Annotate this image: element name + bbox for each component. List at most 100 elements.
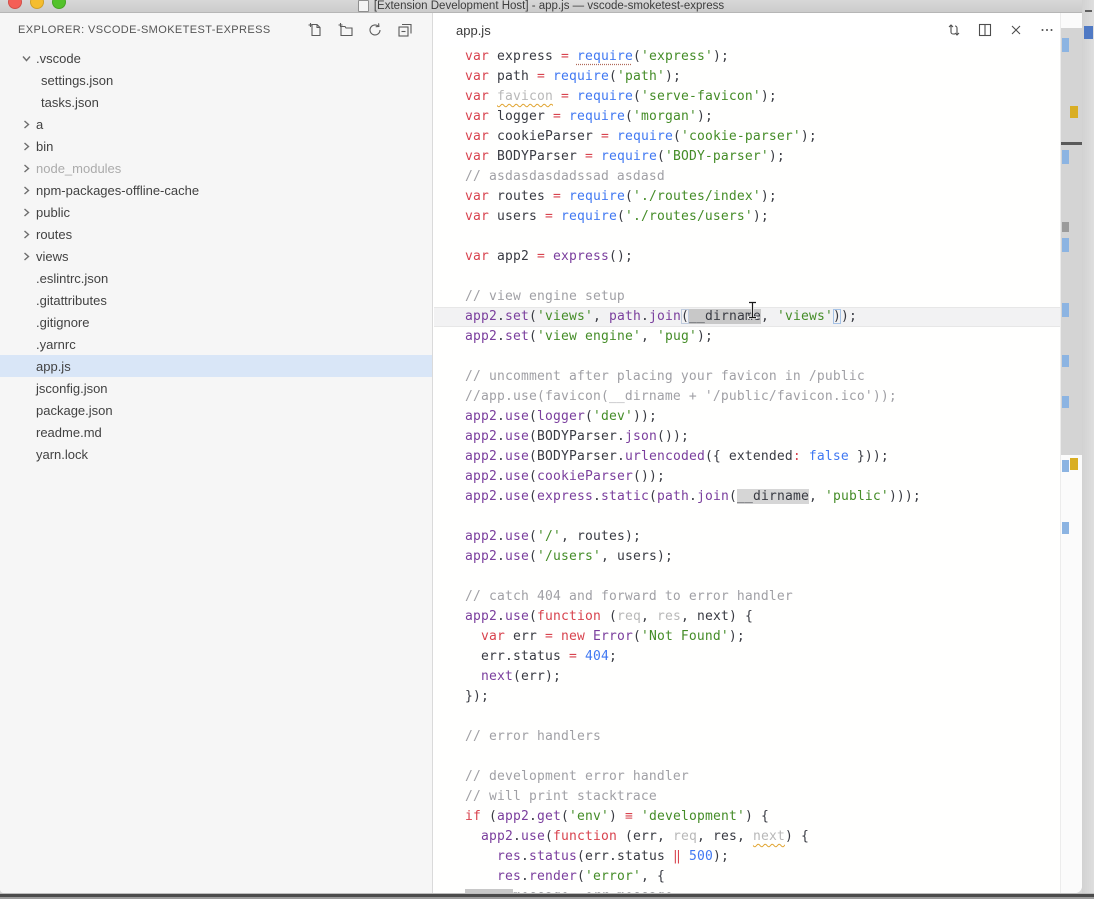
code-token: . (497, 449, 505, 464)
tree-item-npm-packages-offline-cache[interactable]: npm-packages-offline-cache (0, 179, 432, 201)
code-line[interactable]: app2.use('/', routes); (434, 527, 1060, 547)
tree-item-readme-md[interactable]: readme.md (0, 421, 432, 443)
code-line[interactable]: var routes = require('./routes/index'); (434, 187, 1060, 207)
code-line[interactable]: app2.set('view engine', 'pug'); (434, 327, 1060, 347)
code-token: false (809, 449, 849, 464)
code-line[interactable]: app2.use(logger('dev')); (434, 407, 1060, 427)
tree-item-tasks-json[interactable]: tasks.json (0, 91, 432, 113)
more-actions-icon[interactable] (1038, 21, 1056, 39)
code-line[interactable]: app2.use(BODYParser.urlencoded({ extende… (434, 447, 1060, 467)
tree-item-views[interactable]: views (0, 245, 432, 267)
tree-item--yarnrc[interactable]: .yarnrc (0, 333, 432, 355)
tree-item-yarn-lock[interactable]: yarn.lock (0, 443, 432, 465)
code-token: req (617, 609, 641, 624)
tree-item-app-js[interactable]: app.js (0, 355, 432, 377)
code-line[interactable]: app2.use(function (err, req, res, next) … (434, 827, 1060, 847)
code-line[interactable]: // asdasdasdadssad asdasd (434, 167, 1060, 187)
code-line[interactable]: var cookieParser = require('cookie-parse… (434, 127, 1060, 147)
code-line[interactable]: app2.use(BODYParser.json()); (434, 427, 1060, 447)
chevron-right-icon[interactable] (20, 140, 33, 153)
code-line[interactable] (434, 507, 1060, 527)
code-line[interactable]: var app2 = express(); (434, 247, 1060, 267)
overview-ruler-scrollbar[interactable] (1060, 13, 1082, 893)
chevron-right-icon[interactable] (20, 162, 33, 175)
tree-item-label: bin (36, 139, 53, 154)
open-changes-icon[interactable] (945, 21, 963, 39)
tree-item--vscode[interactable]: .vscode (0, 47, 432, 69)
chevron-right-icon[interactable] (20, 118, 33, 131)
code-token: (BODYParser. (529, 429, 625, 444)
code-token: require (617, 129, 673, 144)
code-line[interactable]: app2.use(function (req, res, next) { (434, 607, 1060, 627)
code-token: app2 (481, 829, 513, 844)
chevron-down-icon[interactable] (20, 52, 33, 65)
code-token: path (657, 489, 689, 504)
code-line[interactable]: res.render('error', { (434, 867, 1060, 887)
code-line[interactable]: var err = new Error('Not Found'); (434, 627, 1060, 647)
code-line[interactable]: res.status(err.status ‖ 500); (434, 847, 1060, 867)
code-line[interactable] (434, 567, 1060, 587)
code-line[interactable]: app2.use('/users', users); (434, 547, 1060, 567)
code-line[interactable]: // error handlers (434, 727, 1060, 747)
code-editor[interactable]: var express = require('express');var pat… (434, 47, 1060, 893)
code-token: ; (609, 649, 617, 664)
code-line[interactable] (434, 347, 1060, 367)
collapse-all-icon[interactable] (396, 21, 414, 39)
code-token (681, 849, 689, 864)
tree-item-node-modules[interactable]: node_modules (0, 157, 432, 179)
code-line[interactable] (434, 707, 1060, 727)
code-line[interactable]: var path = require('path'); (434, 67, 1060, 87)
code-line[interactable] (434, 227, 1060, 247)
new-file-icon[interactable] (306, 21, 324, 39)
close-icon[interactable] (1007, 21, 1025, 39)
tree-item-routes[interactable]: routes (0, 223, 432, 245)
new-folder-icon[interactable] (336, 21, 354, 39)
chevron-right-icon[interactable] (20, 250, 33, 263)
vscode-window: [Extension Development Host] - app.js — … (0, 0, 1082, 893)
code-token: 'serve-favicon' (641, 89, 761, 104)
code-line[interactable]: var users = require('./routes/users'); (434, 207, 1060, 227)
tree-item--gitattributes[interactable]: .gitattributes (0, 289, 432, 311)
chevron-right-icon[interactable] (20, 228, 33, 241)
code-token: app2 (465, 429, 497, 444)
code-line[interactable]: var logger = require('morgan'); (434, 107, 1060, 127)
code-line[interactable]: app2.use(express.static(path.join(__dirn… (434, 487, 1060, 507)
code-token: ( (529, 309, 537, 324)
tab-app-js[interactable]: app.js (434, 23, 945, 38)
code-line[interactable]: //app.use(favicon(__dirname + '/public/f… (434, 387, 1060, 407)
code-line[interactable]: var favicon = require('serve-favicon'); (434, 87, 1060, 107)
refresh-icon[interactable] (366, 21, 384, 39)
code-line[interactable]: // catch 404 and forward to error handle… (434, 587, 1060, 607)
code-line[interactable]: app2.use(cookieParser()); (434, 467, 1060, 487)
code-line[interactable]: var BODYParser = require('BODY-parser'); (434, 147, 1060, 167)
tree-item-package-json[interactable]: package.json (0, 399, 432, 421)
code-line[interactable] (434, 267, 1060, 287)
code-token: . (513, 829, 521, 844)
chevron-right-icon[interactable] (20, 206, 33, 219)
code-token: }); (465, 689, 489, 704)
chevron-right-icon[interactable] (20, 184, 33, 197)
split-editor-icon[interactable] (976, 21, 994, 39)
code-line[interactable]: if (app2.get('env') ≡ 'development') { (434, 807, 1060, 827)
code-token: 'BODY-parser' (665, 149, 769, 164)
code-line[interactable]: var express = require('express'); (434, 47, 1060, 67)
code-line[interactable] (434, 747, 1060, 767)
code-line[interactable]: next(err); (434, 667, 1060, 687)
tree-item-bin[interactable]: bin (0, 135, 432, 157)
tree-item--eslintrc-json[interactable]: .eslintrc.json (0, 267, 432, 289)
code-token: . (529, 809, 537, 824)
code-line[interactable]: // uncomment after placing your favicon … (434, 367, 1060, 387)
code-line[interactable]: // will print stacktrace (434, 787, 1060, 807)
code-line[interactable]: }); (434, 687, 1060, 707)
code-line[interactable]: err.status = 404; (434, 647, 1060, 667)
code-token: // will print stacktrace (465, 789, 657, 804)
tree-item-public[interactable]: public (0, 201, 432, 223)
tree-item-a[interactable]: a (0, 113, 432, 135)
code-token: use (505, 489, 529, 504)
tree-item-jsconfig-json[interactable]: jsconfig.json (0, 377, 432, 399)
code-token: . (497, 549, 505, 564)
tree-item-settings-json[interactable]: settings.json (0, 69, 432, 91)
tree-item--gitignore[interactable]: .gitignore (0, 311, 432, 333)
code-line[interactable]: // development error handler (434, 767, 1060, 787)
code-token: , { (641, 869, 665, 884)
